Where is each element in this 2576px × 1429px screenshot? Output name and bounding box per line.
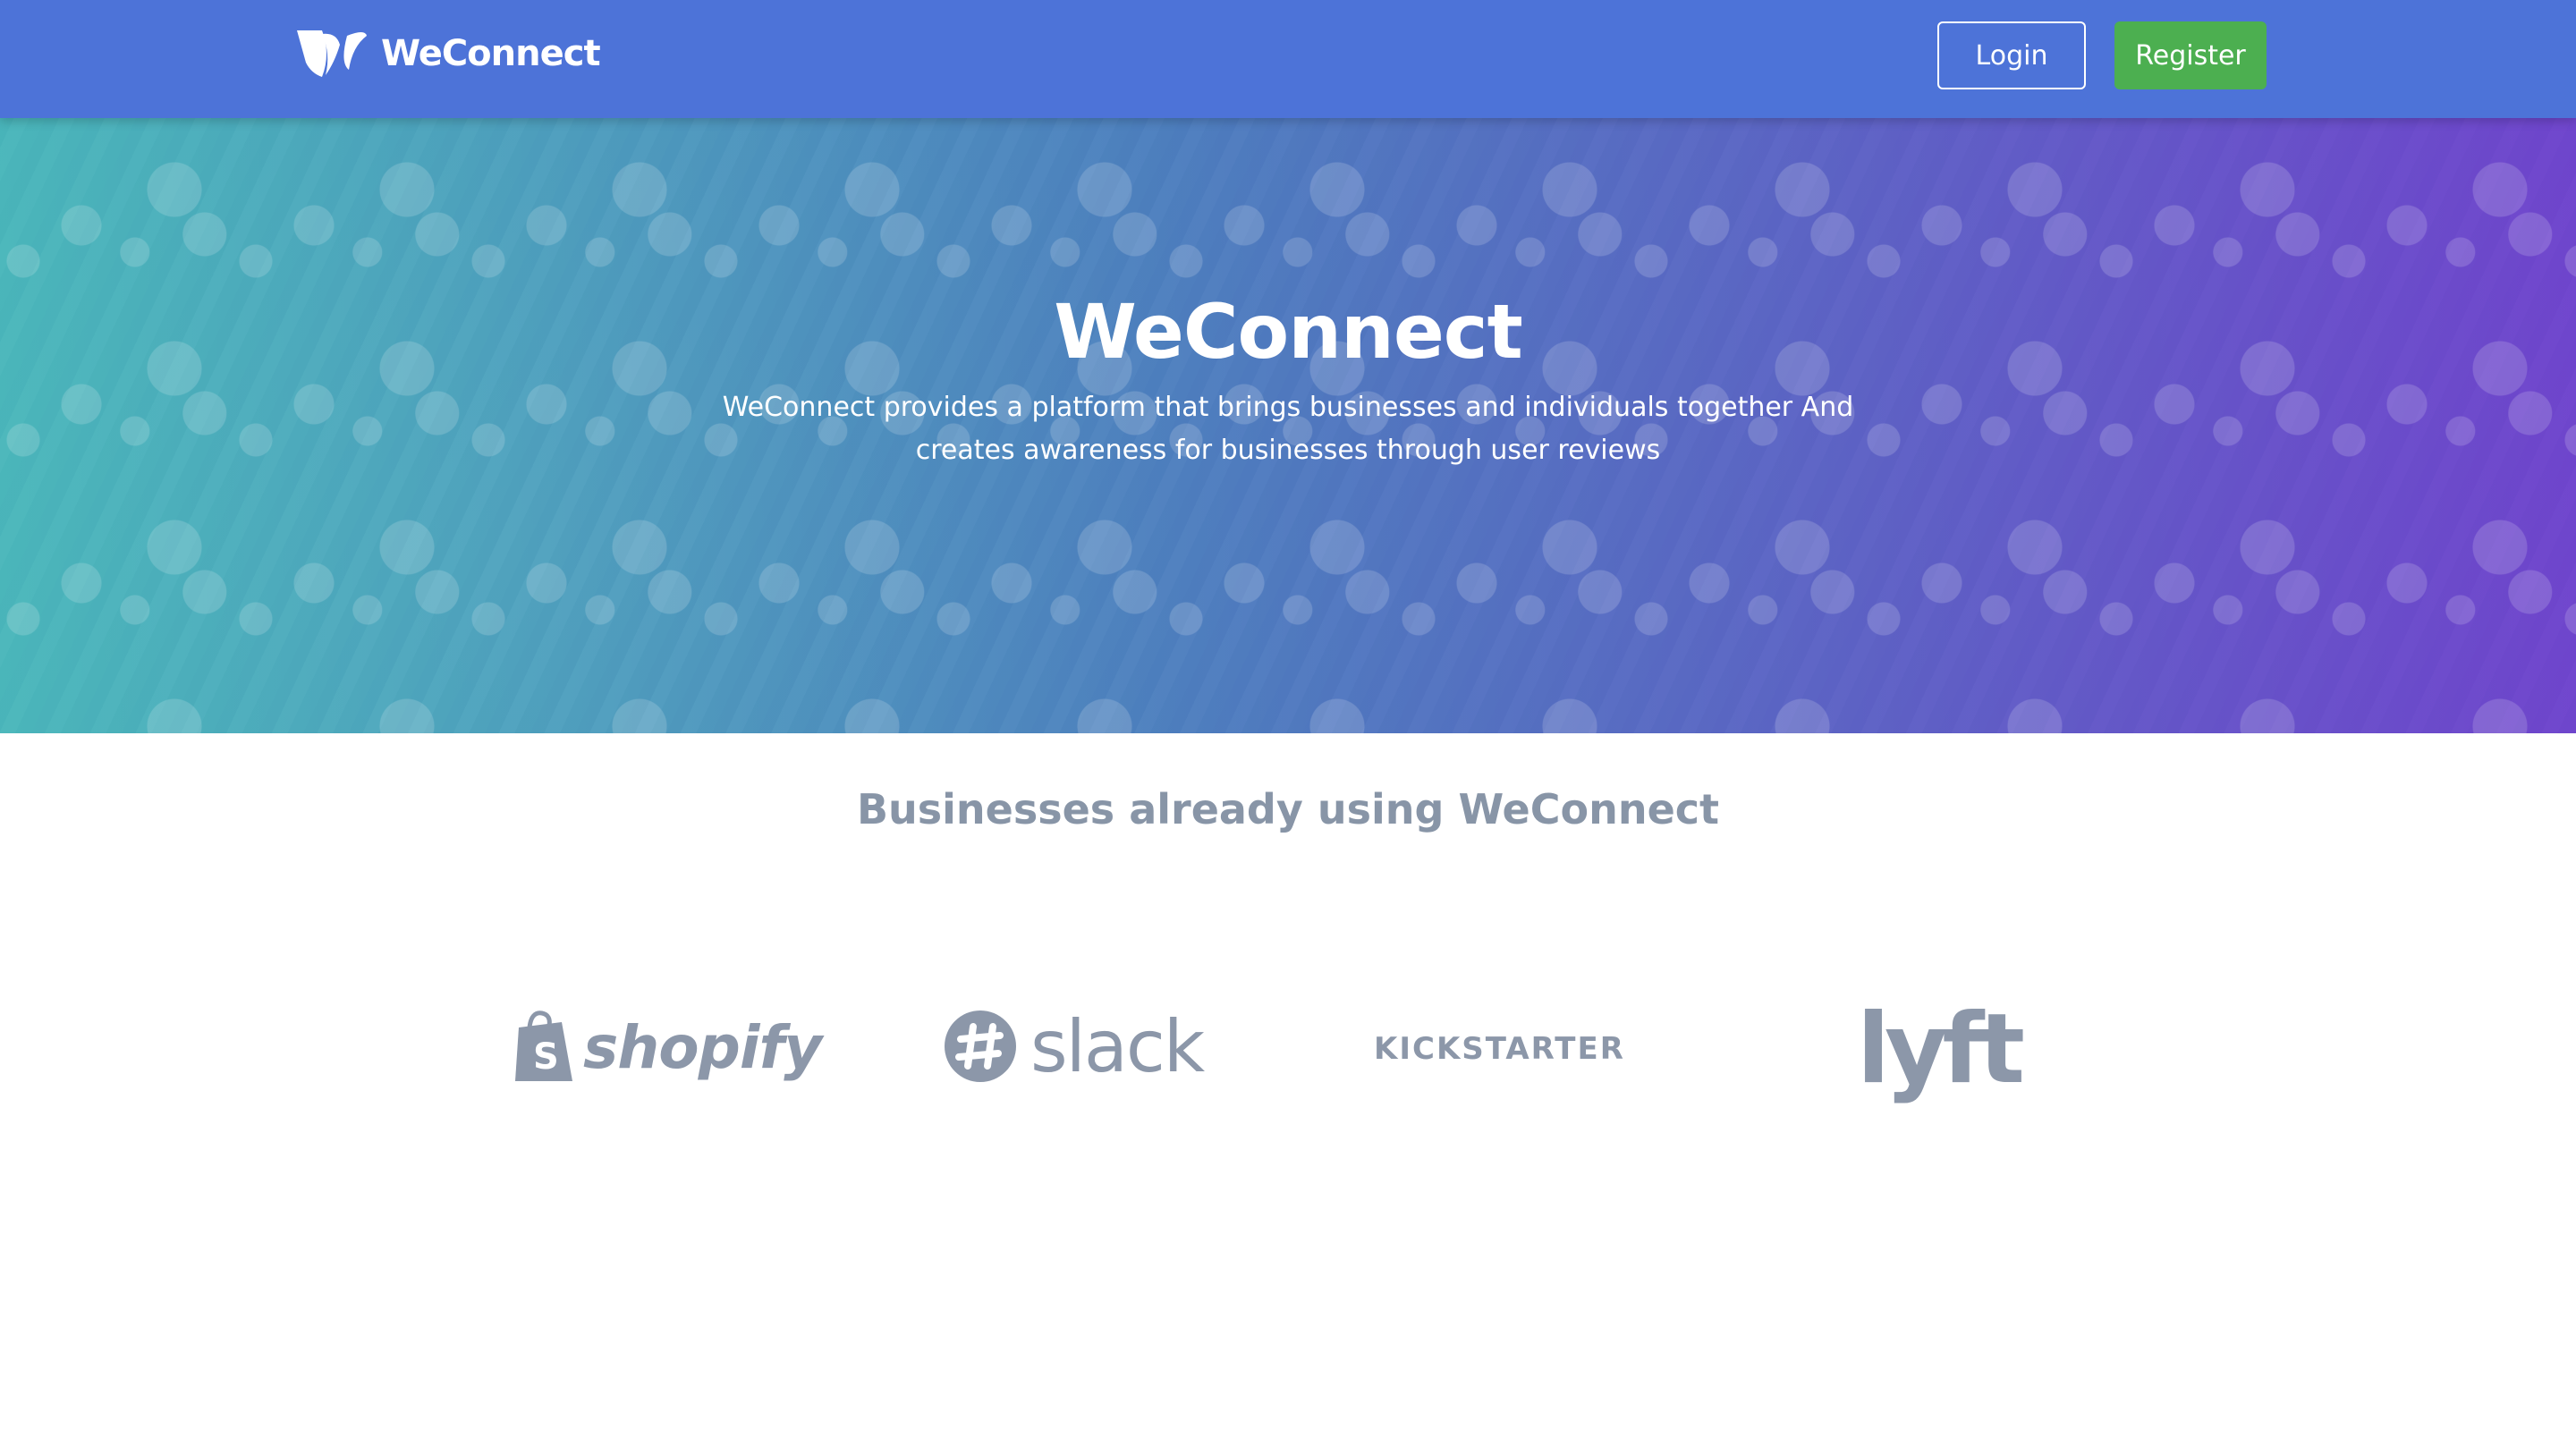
shopify-bag-icon: S [515,1010,572,1081]
lyft-logo: lyft [1857,993,2025,1105]
navbar: WeConnect Login Register [0,0,2576,118]
businesses-section-title: Businesses already using WeConnect [856,785,1720,833]
brand-link[interactable]: WeConnect [295,27,601,80]
hero-title: WeConnect [1054,288,1523,376]
hero-subtitle: WeConnect provides a platform that bring… [722,392,1854,466]
hero-banner: WeConnect WeConnect provides a platform … [0,118,2576,733]
brand-name: WeConnect [381,33,601,74]
kickstarter-logo: KICKSTARTER [1374,1027,1625,1071]
weconnect-logo-icon [297,30,367,77]
slack-hash-icon [945,1010,1016,1082]
slack-logo-text: slack [1030,1004,1205,1088]
lyft-logo-text: lyft [1857,993,2025,1105]
slack-logo: slack [943,1003,1205,1089]
kickstarter-logo-text: KICKSTARTER [1374,1031,1625,1067]
svg-text:S: S [533,1036,559,1078]
shopify-logo: S shopify [513,1007,822,1087]
shopify-logo-text: shopify [583,1012,822,1082]
register-button[interactable]: Register [2114,21,2267,89]
login-button[interactable]: Login [1937,21,2086,89]
